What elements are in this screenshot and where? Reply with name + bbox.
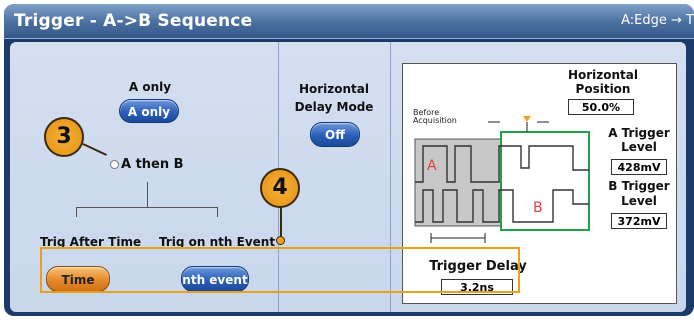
horizontal-delay-label-line1: Horizontal <box>298 82 370 96</box>
b-trigger-level-label-line2: Level <box>621 194 657 208</box>
a-trigger-level-label-line1: A Trigger <box>608 126 670 140</box>
callout-4-dot <box>276 236 285 245</box>
callout-4-leader <box>280 207 282 237</box>
bracket-bar <box>76 207 218 208</box>
callout-3: 3 <box>44 117 84 157</box>
a-trigger-level-label-line2: Level <box>621 140 657 154</box>
trigger-point-marker <box>523 116 531 122</box>
window-title: Trigger - A->B Sequence <box>14 11 253 31</box>
a-then-b-label[interactable]: A then B <box>121 157 184 172</box>
bracket-left <box>76 207 77 217</box>
bracket-right <box>217 207 218 217</box>
bracket-stem <box>147 182 148 207</box>
a-then-b-radio[interactable] <box>110 160 119 169</box>
title-bar: Trigger - A->B Sequence A:Edge → T <box>4 4 694 39</box>
horizontal-delay-off-button[interactable]: Off <box>310 122 360 147</box>
horizontal-delay-label-line2: Delay Mode <box>294 100 374 114</box>
b-trigger-level-value[interactable]: 372mV <box>611 213 667 229</box>
marker-b: B <box>533 200 543 216</box>
a-only-button[interactable]: A only <box>119 99 179 123</box>
highlight-frame <box>40 247 520 293</box>
callout-4: 4 <box>260 168 300 208</box>
a-only-label: A only <box>128 80 172 94</box>
trigger-summary: A:Edge → T <box>621 13 694 28</box>
marker-a: A <box>427 158 437 174</box>
b-trigger-level-label-line1: B Trigger <box>608 179 670 193</box>
a-trigger-level-value[interactable]: 428mV <box>611 159 667 175</box>
